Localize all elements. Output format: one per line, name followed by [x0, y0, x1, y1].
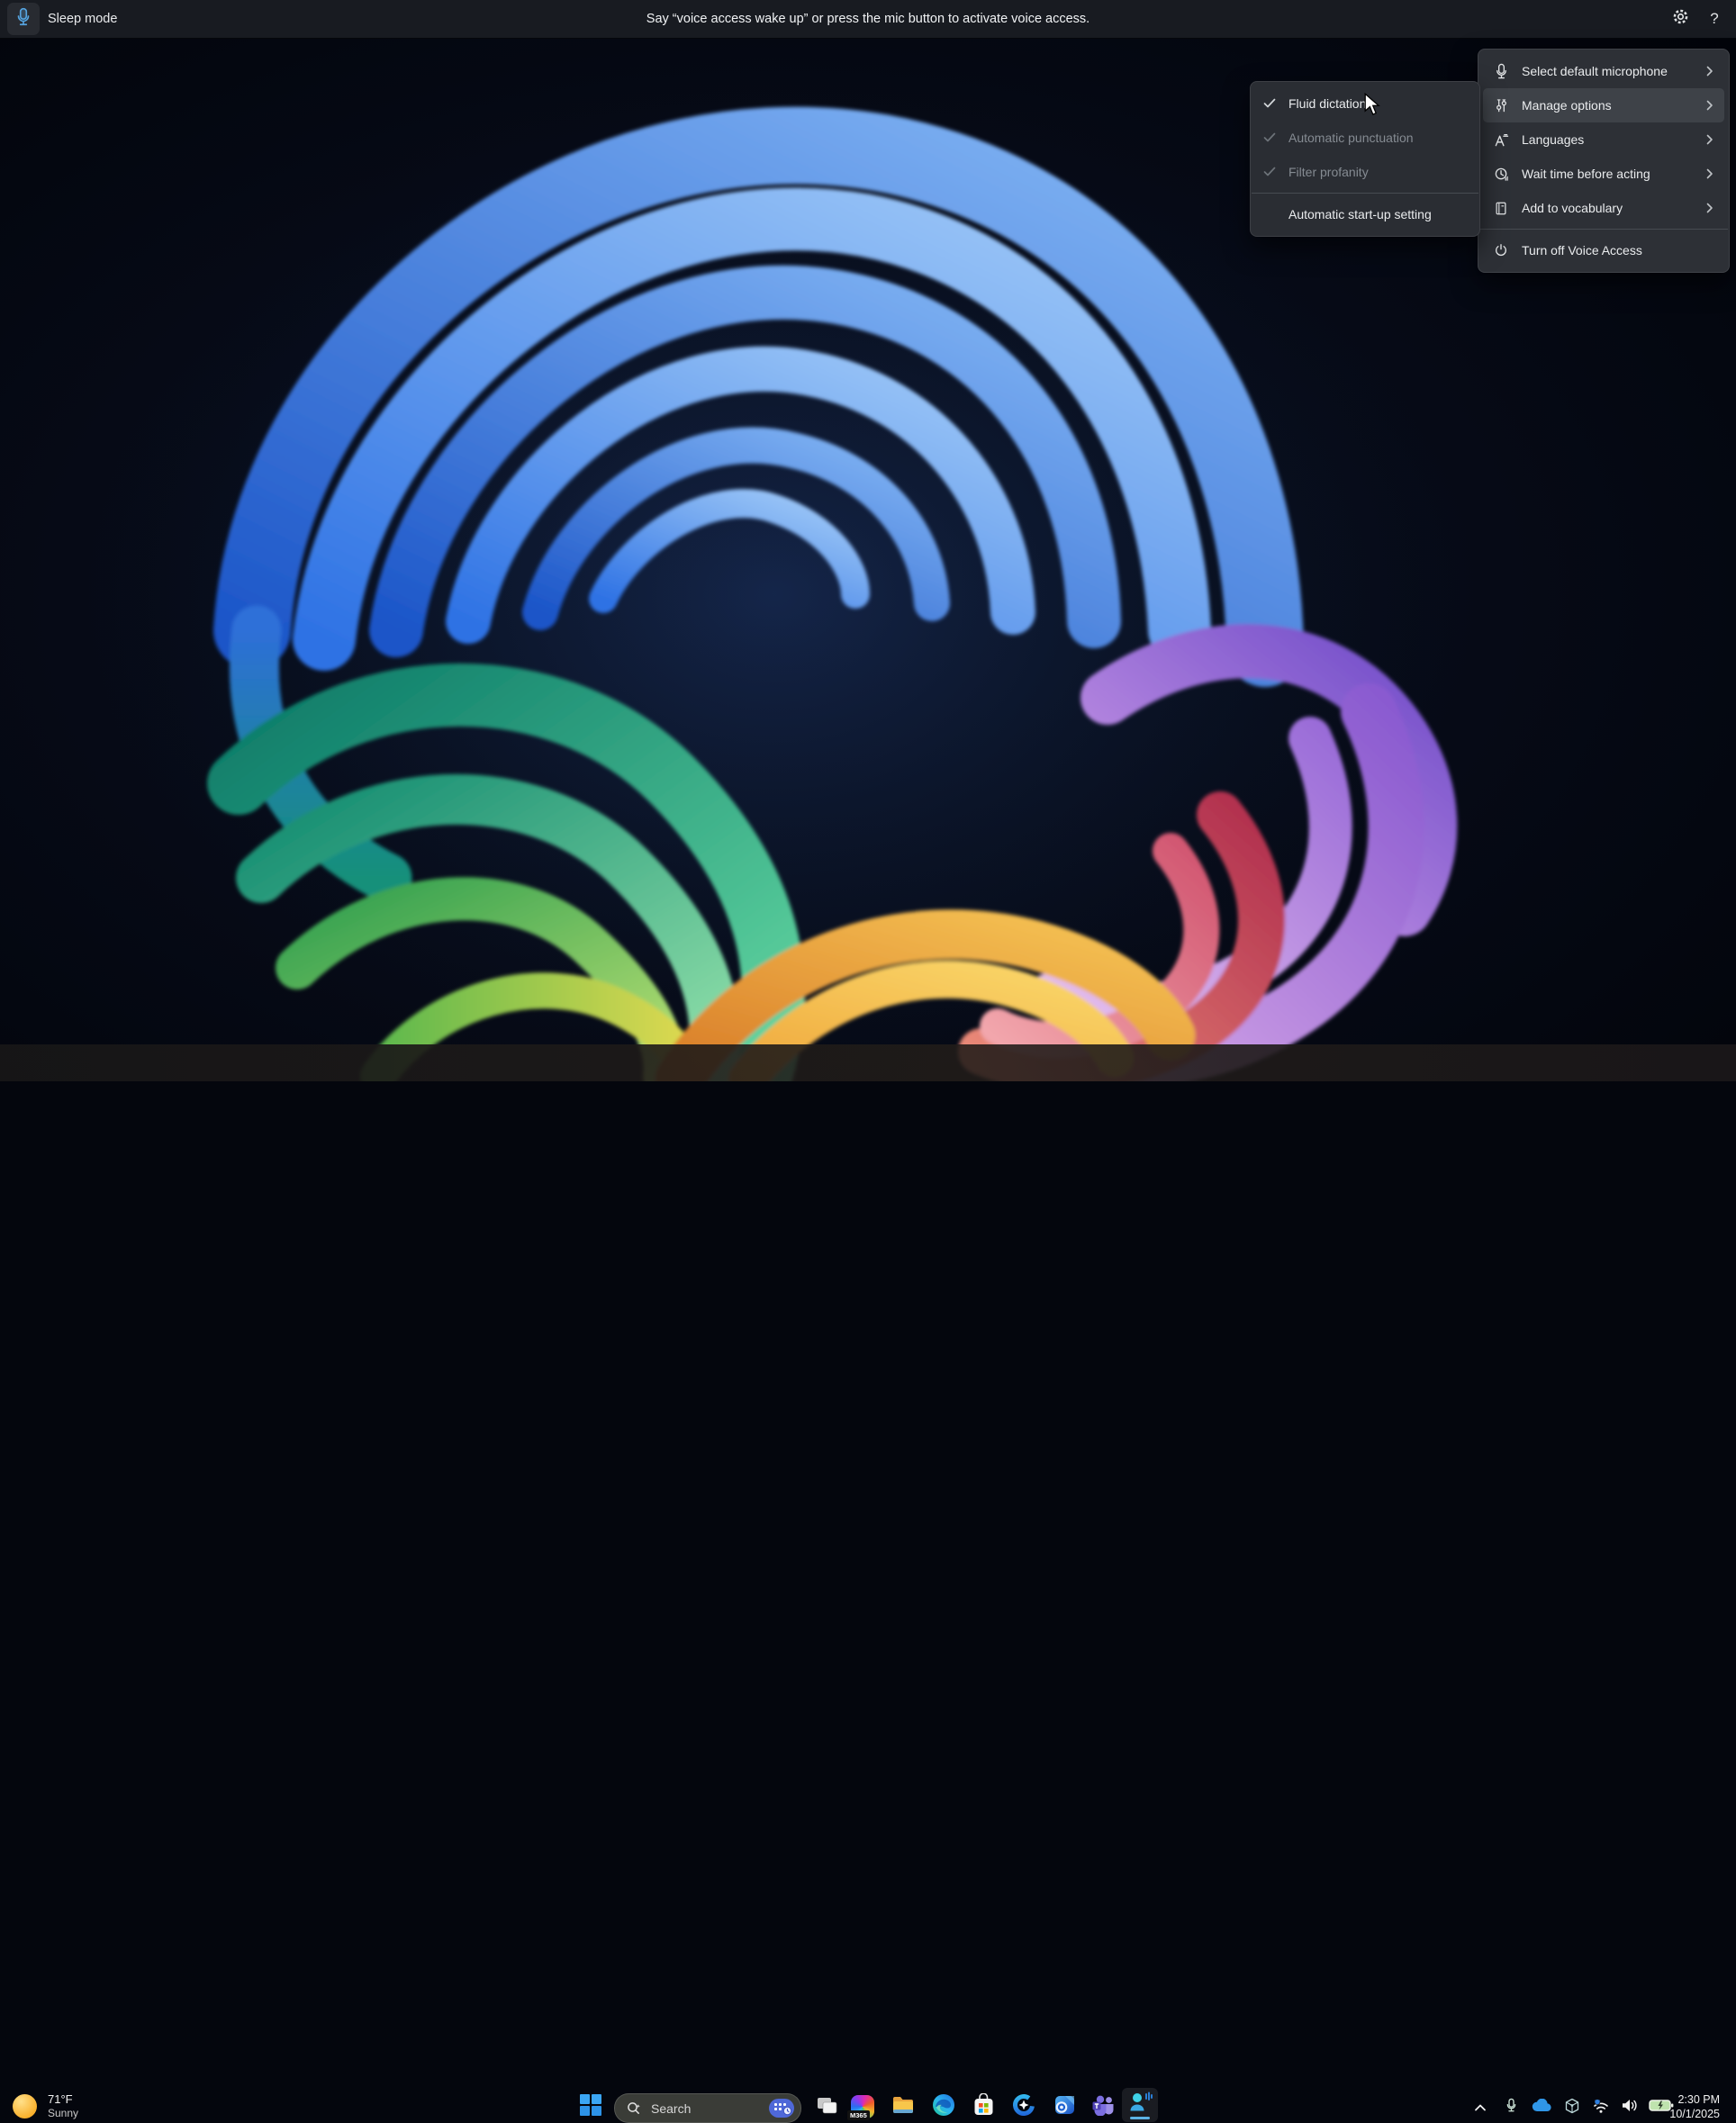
menu-item-turn-off-voice-access[interactable]: Turn off Voice Access	[1483, 233, 1724, 267]
search-highlights-icon[interactable]	[766, 2097, 797, 2119]
menu-item-label: Turn off Voice Access	[1522, 243, 1715, 257]
copilot-sparkle-icon	[1012, 2093, 1035, 2121]
menu-item-label: Languages	[1522, 132, 1695, 147]
task-view-icon	[816, 2094, 838, 2120]
gear-icon	[1672, 8, 1689, 30]
weather-condition: Sunny	[48, 2107, 78, 2120]
submenu-item-label: Filter profanity	[1288, 165, 1467, 179]
active-app-indicator	[1130, 2117, 1150, 2119]
microsoft-365-app-button[interactable]: M365	[850, 2094, 875, 2119]
weather-widget[interactable]: 71°F Sunny	[13, 2092, 78, 2120]
windows-logo-icon	[579, 2093, 602, 2121]
chevron-right-icon	[1706, 203, 1715, 213]
teams-button[interactable]	[1090, 2094, 1116, 2119]
tray-clock[interactable]: 2:30 PM 10/1/2025	[1669, 2092, 1720, 2121]
book-icon	[1492, 199, 1510, 217]
file-explorer-button[interactable]	[891, 2094, 916, 2119]
menu-item-label: Add to vocabulary	[1522, 201, 1695, 215]
checkmark-icon	[1263, 166, 1278, 178]
file-explorer-icon	[891, 2094, 915, 2120]
help-icon: ?	[1710, 10, 1718, 28]
speaker-icon	[1621, 2098, 1639, 2118]
tray-microphone[interactable]	[1500, 2098, 1522, 2118]
microsoft-store-button[interactable]	[971, 2094, 996, 2119]
voice-access-help-button[interactable]: ?	[1705, 10, 1723, 28]
menu-separator	[1252, 193, 1478, 194]
wifi-shield-icon	[1592, 2098, 1610, 2118]
edge-browser-button[interactable]	[931, 2094, 956, 2119]
chevron-right-icon	[1706, 168, 1715, 179]
checkmark-icon	[1263, 97, 1278, 110]
taskbar: 71°F Sunny Search M365	[0, 1044, 1736, 1081]
menu-item-languages[interactable]: Languages	[1483, 122, 1724, 157]
microphone-icon	[1492, 62, 1510, 80]
m365-badge: M365	[847, 2110, 870, 2120]
teams-icon	[1091, 2094, 1116, 2120]
mouse-cursor	[1362, 93, 1382, 116]
sun-icon	[13, 2094, 37, 2118]
microphone-icon	[14, 7, 32, 32]
outlook-button[interactable]	[1052, 2094, 1077, 2119]
power-icon	[1492, 241, 1510, 259]
weather-temperature: 71°F	[48, 2092, 78, 2107]
menu-item-label: Wait time before acting	[1522, 167, 1695, 181]
clock-time: 2:30 PM	[1669, 2092, 1720, 2107]
submenu-item-label: Automatic punctuation	[1288, 131, 1467, 145]
copilot-app-button[interactable]	[1011, 2094, 1036, 2119]
voice-access-settings-button[interactable]	[1671, 10, 1689, 28]
menu-separator	[1479, 229, 1728, 230]
chevron-right-icon	[1706, 100, 1715, 111]
voice-access-app-button[interactable]	[1122, 2088, 1158, 2122]
sliders-icon	[1492, 96, 1510, 114]
menu-item-add-to-vocabulary[interactable]: Add to vocabulary	[1483, 191, 1724, 225]
task-view-button[interactable]	[814, 2094, 839, 2119]
menu-item-select-default-microphone[interactable]: Select default microphone	[1483, 54, 1724, 88]
submenu-item-automatic-punctuation: Automatic punctuation	[1251, 121, 1479, 155]
language-icon	[1492, 131, 1510, 149]
search-icon	[626, 2100, 642, 2117]
chevron-up-icon	[1474, 2100, 1487, 2116]
cloud-icon	[1532, 2099, 1551, 2117]
menu-item-label: Manage options	[1522, 98, 1695, 113]
submenu-item-filter-profanity: Filter profanity	[1251, 155, 1479, 189]
search-box[interactable]: Search	[614, 2093, 801, 2123]
tray-network[interactable]	[1590, 2098, 1612, 2118]
outlook-icon	[1053, 2094, 1076, 2120]
voice-access-mic-button[interactable]	[7, 3, 40, 35]
cube-icon	[1564, 2098, 1580, 2118]
tray-show-hidden-icons[interactable]	[1469, 2098, 1491, 2118]
edge-icon	[932, 2093, 955, 2121]
voice-access-status: Sleep mode	[48, 0, 117, 38]
chevron-right-icon	[1706, 134, 1715, 145]
search-placeholder: Search	[651, 2101, 766, 2116]
check-placeholder	[1263, 208, 1278, 221]
chevron-right-icon	[1706, 66, 1715, 77]
menu-item-wait-time-before-acting[interactable]: Wait time before acting	[1483, 157, 1724, 191]
microsoft-store-icon	[972, 2093, 995, 2121]
voice-access-message: Say “voice access wake up” or press the …	[646, 0, 1090, 38]
menu-item-label: Select default microphone	[1522, 64, 1695, 78]
submenu-item-label: Automatic start-up setting	[1288, 207, 1467, 221]
voice-access-menu: Select default microphone Manage options…	[1478, 49, 1730, 273]
microphone-icon	[1505, 2097, 1518, 2118]
checkmark-icon	[1263, 131, 1278, 144]
voice-access-bar: Sleep mode Say “voice access wake up” or…	[0, 0, 1736, 39]
clock-date: 10/1/2025	[1669, 2107, 1720, 2121]
voice-user-icon	[1126, 2091, 1153, 2119]
tray-studio-effects[interactable]	[1561, 2098, 1583, 2118]
menu-item-manage-options[interactable]: Manage options	[1483, 88, 1724, 122]
microsoft-365-icon: M365	[851, 2095, 874, 2118]
submenu-item-automatic-start-up-setting[interactable]: Automatic start-up setting	[1251, 197, 1479, 231]
tray-onedrive[interactable]	[1531, 2098, 1552, 2118]
clock-icon	[1492, 165, 1510, 183]
tray-volume[interactable]	[1619, 2098, 1641, 2118]
start-button[interactable]	[578, 2094, 603, 2119]
